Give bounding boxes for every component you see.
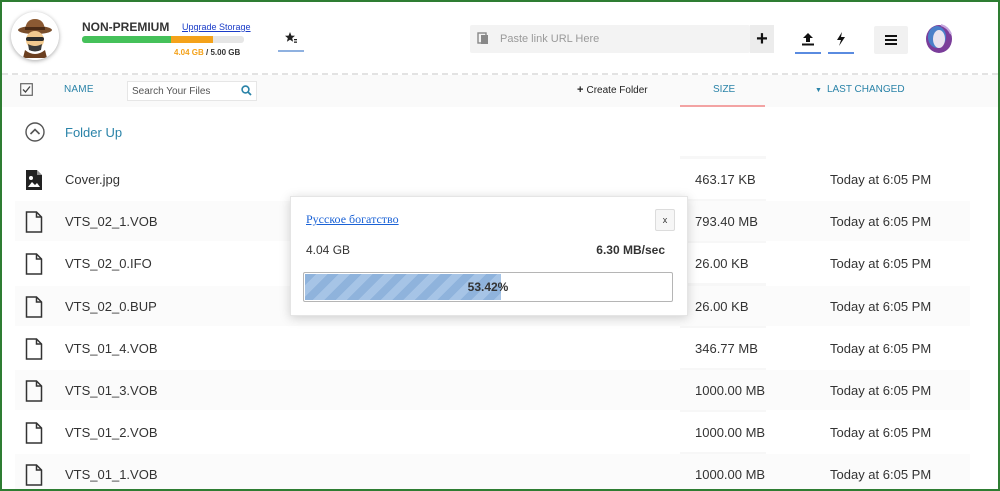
upload-icon [802, 33, 814, 46]
close-dialog-button[interactable]: x [655, 209, 675, 231]
hamburger-icon [885, 35, 897, 45]
size-column-header[interactable]: SIZE [680, 75, 765, 107]
file-size: 793.40 MB [695, 214, 758, 229]
folder-up-icon [25, 122, 45, 142]
file-row[interactable]: VTS_01_1.VOB 1000.00 MB Today at 6:05 PM [15, 454, 970, 489]
file-size: 1000.00 MB [695, 467, 766, 482]
file-icon [25, 296, 43, 318]
last-changed-column-header[interactable]: ▼ LAST CHANGED [815, 84, 905, 95]
app-logo[interactable] [924, 22, 954, 54]
name-column-header[interactable]: NAME [64, 84, 94, 95]
folder-up-row[interactable]: Folder Up [15, 113, 970, 153]
search-icon[interactable] [241, 85, 252, 96]
file-row[interactable]: VTS_01_3.VOB 1000.00 MB Today at 6:05 PM [15, 370, 970, 410]
file-name: VTS_01_1.VOB [65, 467, 158, 482]
file-name: VTS_02_0.IFO [65, 256, 152, 271]
storage-bar-segment-a [82, 36, 171, 43]
storage-bar-segment-b [171, 36, 213, 43]
favorites-button[interactable] [278, 26, 304, 52]
file-icon [25, 380, 43, 402]
star-list-icon [285, 32, 297, 43]
avatar[interactable] [11, 12, 59, 60]
file-size: 346.77 MB [695, 341, 758, 356]
folder-up-label: Folder Up [65, 125, 123, 140]
file-icon [25, 211, 43, 233]
file-row[interactable]: Cover.jpg 463.17 KB Today at 6:05 PM [15, 159, 970, 199]
file-row[interactable]: VTS_01_2.VOB 1000.00 MB Today at 6:05 PM [15, 412, 970, 452]
file-modified-date: Today at 6:05 PM [830, 214, 932, 229]
last-changed-label: LAST CHANGED [826, 84, 905, 95]
file-row[interactable]: VTS_01_4.VOB 346.77 MB Today at 6:05 PM [15, 328, 970, 368]
download-progress-bar: 53.42% [303, 272, 673, 302]
storage-progress-bar [82, 36, 244, 43]
file-modified-date: Today at 6:05 PM [830, 425, 932, 440]
file-modified-date: Today at 6:05 PM [830, 383, 932, 398]
image-file-icon [26, 170, 42, 190]
file-name: VTS_01_4.VOB [65, 341, 158, 356]
file-size: 1000.00 MB [695, 383, 766, 398]
file-modified-date: Today at 6:05 PM [830, 341, 932, 356]
app-window: NON-PREMIUM Upgrade Storage 4.04 GB / 5.… [0, 0, 1000, 491]
file-size: 26.00 KB [695, 256, 749, 271]
lightning-icon [837, 32, 845, 46]
sort-down-icon: ▼ [815, 87, 822, 94]
file-toolbar: NAME + Create Folder SIZE ▼ LAST CHANGED [2, 75, 998, 107]
spy-avatar-icon [11, 12, 59, 60]
file-size: 1000.00 MB [695, 425, 766, 440]
search-input[interactable] [132, 82, 236, 100]
flash-button[interactable] [828, 26, 854, 54]
header: NON-PREMIUM Upgrade Storage 4.04 GB / 5.… [2, 2, 998, 74]
file-name: VTS_02_0.BUP [65, 299, 157, 314]
storage-used: 4.04 GB [174, 48, 204, 57]
menu-button[interactable] [874, 26, 908, 54]
search-box [127, 81, 257, 101]
file-icon [25, 422, 43, 444]
download-title-link[interactable]: Русское богатство [306, 212, 399, 227]
file-name: VTS_02_1.VOB [65, 214, 158, 229]
upgrade-storage-link[interactable]: Upgrade Storage [182, 22, 251, 32]
create-folder-label: Create Folder [586, 85, 648, 96]
url-input[interactable] [500, 25, 740, 53]
clipboard-icon [477, 32, 488, 44]
add-url-button[interactable]: + [750, 25, 774, 53]
file-name: VTS_01_2.VOB [65, 425, 158, 440]
select-all-checkbox-icon[interactable] [20, 83, 33, 96]
download-speed: 6.30 MB/sec [596, 243, 665, 257]
file-modified-date: Today at 6:05 PM [830, 256, 932, 271]
file-name: VTS_01_3.VOB [65, 383, 158, 398]
file-icon [25, 253, 43, 275]
file-icon [25, 464, 43, 486]
file-modified-date: Today at 6:05 PM [830, 172, 932, 187]
file-modified-date: Today at 6:05 PM [830, 299, 932, 314]
storage-usage-text: 4.04 GB / 5.00 GB [174, 48, 240, 57]
size-column-label: SIZE [713, 84, 736, 95]
upload-button[interactable] [795, 26, 821, 54]
file-size: 26.00 KB [695, 299, 749, 314]
download-progress-dialog: Русское богатство x 4.04 GB 6.30 MB/sec … [290, 196, 688, 316]
plan-label: NON-PREMIUM [82, 20, 170, 34]
file-name: Cover.jpg [65, 172, 120, 187]
create-folder-button[interactable]: + Create Folder [577, 84, 648, 96]
progress-percent: 53.42% [467, 280, 509, 294]
file-modified-date: Today at 6:05 PM [830, 467, 932, 482]
storage-total: 5.00 GB [210, 48, 241, 57]
file-icon [25, 338, 43, 360]
download-size: 4.04 GB [306, 243, 351, 257]
file-size: 463.17 KB [695, 172, 756, 187]
orb-logo-icon [926, 24, 952, 53]
